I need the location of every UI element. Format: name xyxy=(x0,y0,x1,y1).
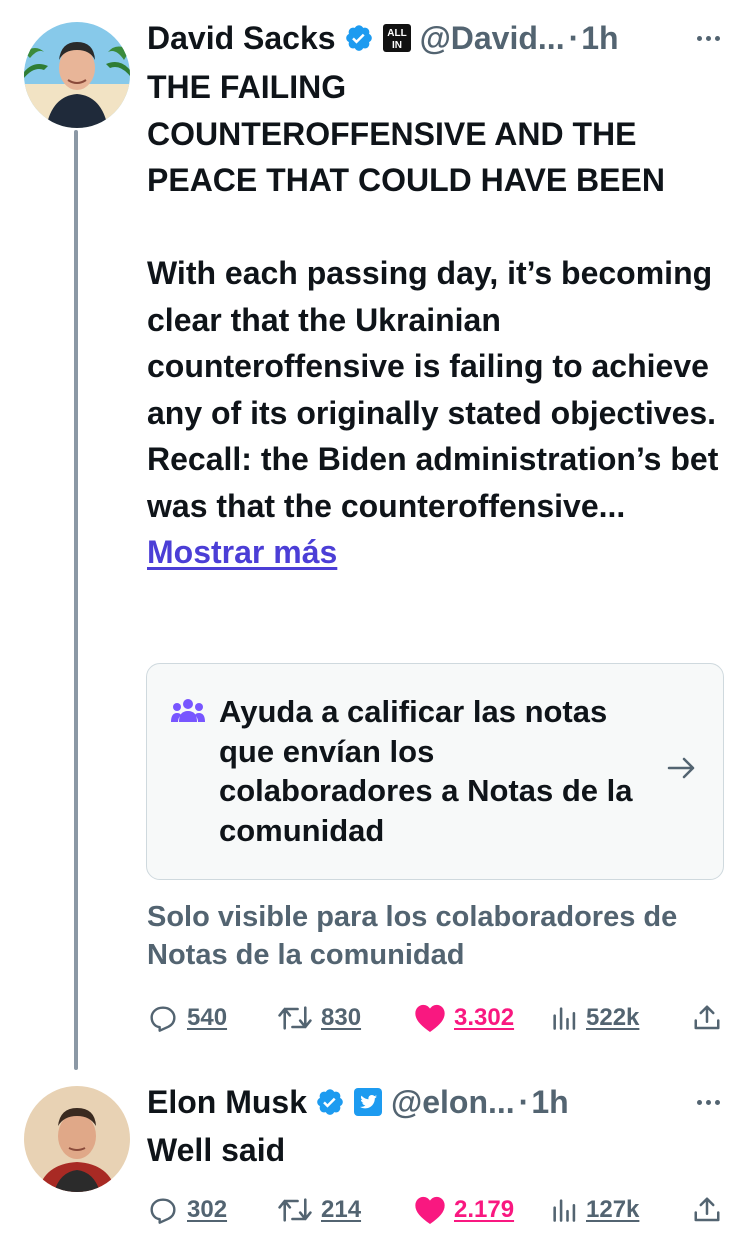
arrow-right-icon[interactable] xyxy=(667,756,697,785)
repost-button[interactable]: 830 xyxy=(277,998,361,1038)
reply-button[interactable]: 302 xyxy=(147,1190,227,1230)
community-notes-prompt: Ayuda a calificar las notas que envían l… xyxy=(219,694,633,848)
avatar-elon-musk[interactable] xyxy=(24,1086,130,1192)
share-icon xyxy=(694,1005,720,1030)
tweet2-action-bar: 302 214 2.179 127k xyxy=(147,1190,737,1230)
timestamp[interactable]: 1h xyxy=(531,1084,568,1121)
reply-count[interactable]: 540 xyxy=(187,1004,227,1032)
reply-button[interactable]: 540 xyxy=(147,998,227,1038)
author-handle[interactable]: @David... xyxy=(420,20,565,57)
avatar-david-sacks[interactable] xyxy=(24,22,130,128)
views-button[interactable]: 522k xyxy=(550,998,639,1038)
views-chart-icon xyxy=(553,1199,576,1222)
reply-count[interactable]: 302 xyxy=(187,1196,227,1224)
like-count[interactable]: 3.302 xyxy=(454,1004,514,1032)
repost-count[interactable]: 214 xyxy=(321,1196,361,1224)
tweet-title-line: COUNTEROFFENSIVE AND THE xyxy=(147,115,637,152)
svg-text:ALL: ALL xyxy=(387,28,406,39)
separator-dot: · xyxy=(518,1083,530,1120)
twitter-bird-badge-icon[interactable] xyxy=(353,1087,383,1117)
views-button[interactable]: 127k xyxy=(550,1190,639,1230)
thread-connector-line xyxy=(74,130,78,1070)
heart-filled-icon xyxy=(415,1004,445,1032)
repost-count[interactable]: 830 xyxy=(321,1004,361,1032)
timestamp[interactable]: 1h xyxy=(581,20,618,57)
share-icon xyxy=(694,1197,720,1222)
tweet-title-line: PEACE THAT COULD HAVE BEEN xyxy=(147,162,665,198)
more-options-icon[interactable] xyxy=(688,1092,728,1112)
reply-icon xyxy=(150,1198,176,1224)
author-handle[interactable]: @elon... xyxy=(391,1084,515,1121)
repost-icon xyxy=(278,1198,312,1222)
share-button[interactable] xyxy=(692,998,722,1038)
show-more-link[interactable]: Mostrar más xyxy=(147,534,337,570)
views-chart-icon xyxy=(553,1007,576,1030)
all-in-affiliate-badge-icon[interactable]: ALL IN xyxy=(382,23,412,53)
like-button[interactable]: 2.179 xyxy=(414,1190,514,1230)
share-button[interactable] xyxy=(692,1190,722,1230)
tweet-body: With each passing day, it’s becoming cle… xyxy=(147,255,719,524)
tweet1-header: David Sacks ALL IN @David... · 1h xyxy=(147,18,619,58)
visibility-notice: Solo visible para los colaboradores de N… xyxy=(147,901,678,971)
reply-icon xyxy=(150,1006,176,1032)
tweet1-action-bar: 540 830 3.302 522k xyxy=(147,998,737,1038)
tweet-title-line: THE FAILING xyxy=(147,69,347,105)
verified-badge-icon[interactable] xyxy=(315,1087,345,1117)
author-name[interactable]: Elon Musk xyxy=(147,1084,307,1121)
heart-filled-icon xyxy=(415,1196,445,1224)
view-count[interactable]: 522k xyxy=(586,1004,639,1032)
community-notes-card[interactable]: Ayuda a calificar las notas que envían l… xyxy=(146,663,724,880)
author-name[interactable]: David Sacks xyxy=(147,20,336,57)
tweet1-text: THE FAILING COUNTEROFFENSIVE AND THE PEA… xyxy=(147,64,737,576)
svg-text:IN: IN xyxy=(392,40,402,51)
separator-dot: · xyxy=(568,19,580,56)
like-count[interactable]: 2.179 xyxy=(454,1196,514,1224)
tweet2-header: Elon Musk @elon... · 1h xyxy=(147,1082,569,1122)
tweet2-text: Well said xyxy=(147,1132,286,1168)
repost-icon xyxy=(278,1006,312,1030)
view-count[interactable]: 127k xyxy=(586,1196,639,1224)
verified-badge-icon[interactable] xyxy=(344,23,374,53)
like-button[interactable]: 3.302 xyxy=(414,998,514,1038)
people-icon xyxy=(171,698,205,729)
repost-button[interactable]: 214 xyxy=(277,1190,361,1230)
more-options-icon[interactable] xyxy=(688,28,728,48)
